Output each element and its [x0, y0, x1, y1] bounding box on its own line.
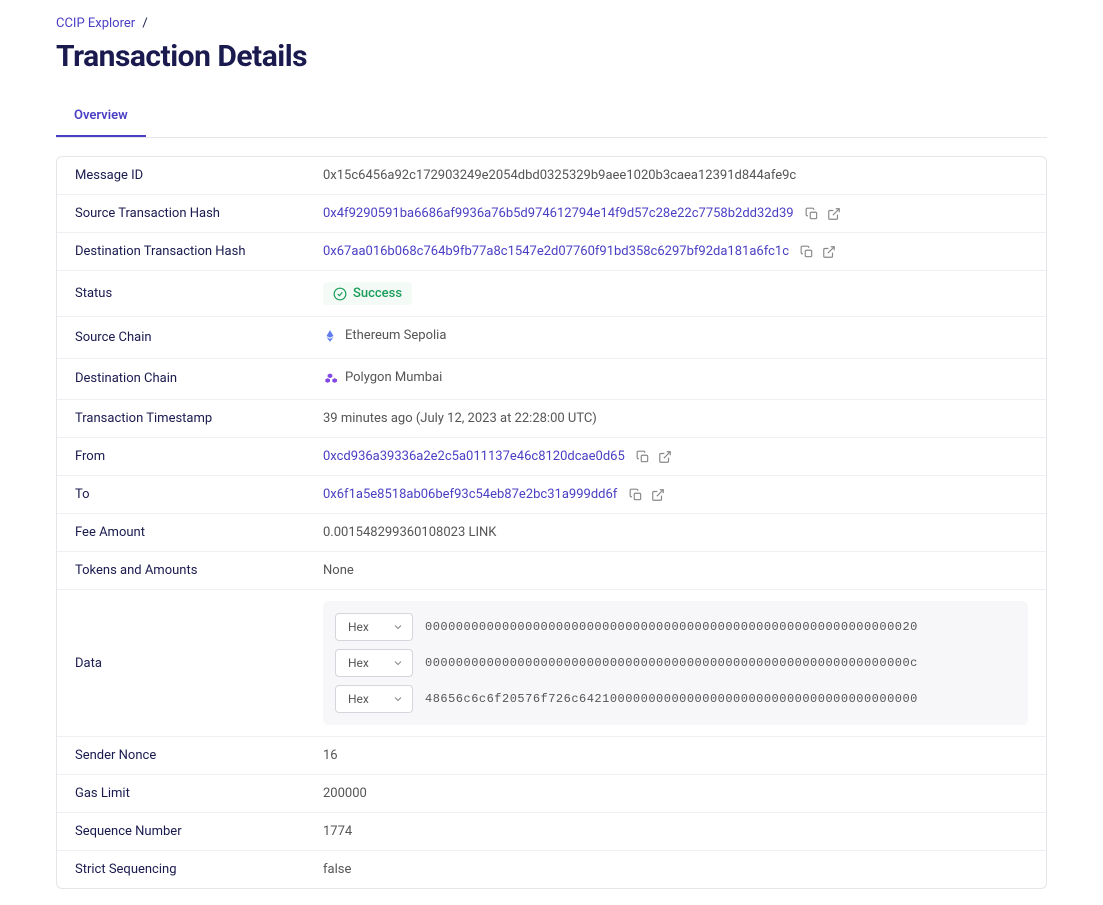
- label-dest-tx-hash: Destination Transaction Hash: [75, 244, 323, 259]
- row-dest-tx-hash: Destination Transaction Hash 0x67aa016b0…: [57, 233, 1046, 271]
- value-gas-limit: 200000: [323, 786, 1028, 801]
- page-title: Transaction Details: [56, 39, 1047, 74]
- breadcrumb: CCIP Explorer /: [56, 16, 1047, 31]
- polygon-icon: [323, 370, 337, 384]
- value-dest-chain: Polygon Mumbai: [323, 370, 1028, 389]
- value-fee-amount: 0.001548299360108023 LINK: [323, 525, 1028, 540]
- tab-overview[interactable]: Overview: [56, 98, 146, 137]
- status-text: Success: [353, 286, 402, 301]
- data-box: Hex 000000000000000000000000000000000000…: [323, 601, 1028, 725]
- label-to: To: [75, 487, 323, 502]
- label-source-tx-hash: Source Transaction Hash: [75, 206, 323, 221]
- row-timestamp: Transaction Timestamp 39 minutes ago (Ju…: [57, 400, 1046, 438]
- hex-format-select[interactable]: Hex: [335, 649, 413, 677]
- label-fee-amount: Fee Amount: [75, 525, 323, 540]
- source-chain-text: Ethereum Sepolia: [345, 328, 446, 343]
- label-data: Data: [75, 656, 323, 671]
- label-sender-nonce: Sender Nonce: [75, 748, 323, 763]
- chevron-down-icon: [392, 621, 404, 633]
- copy-icon[interactable]: [805, 207, 819, 221]
- data-line-2: Hex 48656c6c6f20576f726c6421000000000000…: [335, 685, 1016, 713]
- external-link-icon[interactable]: [827, 207, 841, 221]
- hex-value-1: 0000000000000000000000000000000000000000…: [425, 656, 918, 670]
- value-sender-nonce: 16: [323, 748, 1028, 763]
- link-from[interactable]: 0xcd936a39336a2e2c5a011137e46c8120dcae0d…: [323, 449, 625, 464]
- status-badge: Success: [323, 282, 412, 305]
- row-dest-chain: Destination Chain Polygon Mumbai: [57, 359, 1046, 401]
- row-to: To 0x6f1a5e8518ab06bef93c54eb87e2bc31a99…: [57, 476, 1046, 514]
- label-status: Status: [75, 286, 323, 301]
- hex-format-select[interactable]: Hex: [335, 613, 413, 641]
- row-sender-nonce: Sender Nonce 16: [57, 737, 1046, 775]
- row-source-tx-hash: Source Transaction Hash 0x4f9290591ba668…: [57, 195, 1046, 233]
- dest-chain-text: Polygon Mumbai: [345, 370, 442, 385]
- breadcrumb-separator: /: [142, 16, 147, 31]
- label-timestamp: Transaction Timestamp: [75, 411, 323, 426]
- value-timestamp: 39 minutes ago (July 12, 2023 at 22:28:0…: [323, 411, 1028, 426]
- value-status: Success: [323, 282, 1028, 305]
- row-tokens-amounts: Tokens and Amounts None: [57, 552, 1046, 590]
- row-data: Data Hex 0000000000000000000000000000000…: [57, 590, 1046, 737]
- value-from: 0xcd936a39336a2e2c5a011137e46c8120dcae0d…: [323, 449, 1028, 464]
- link-dest-tx-hash[interactable]: 0x67aa016b068c764b9fb77a8c1547e2d07760f9…: [323, 244, 789, 259]
- label-source-chain: Source Chain: [75, 330, 323, 345]
- row-sequence-number: Sequence Number 1774: [57, 813, 1046, 851]
- label-sequence-number: Sequence Number: [75, 824, 323, 839]
- link-to[interactable]: 0x6f1a5e8518ab06bef93c54eb87e2bc31a999dd…: [323, 487, 617, 502]
- value-data: Hex 000000000000000000000000000000000000…: [323, 601, 1028, 725]
- value-dest-tx-hash: 0x67aa016b068c764b9fb77a8c1547e2d07760f9…: [323, 244, 1028, 259]
- row-from: From 0xcd936a39336a2e2c5a011137e46c8120d…: [57, 438, 1046, 476]
- value-source-chain: Ethereum Sepolia: [323, 328, 1028, 347]
- row-fee-amount: Fee Amount 0.001548299360108023 LINK: [57, 514, 1046, 552]
- label-gas-limit: Gas Limit: [75, 786, 323, 801]
- row-strict-sequencing: Strict Sequencing false: [57, 851, 1046, 888]
- tabs: Overview: [56, 98, 1047, 138]
- external-link-icon[interactable]: [651, 488, 665, 502]
- data-line-0: Hex 000000000000000000000000000000000000…: [335, 613, 1016, 641]
- label-tokens-amounts: Tokens and Amounts: [75, 563, 323, 578]
- label-dest-chain: Destination Chain: [75, 371, 323, 386]
- value-sequence-number: 1774: [323, 824, 1028, 839]
- check-circle-icon: [333, 287, 347, 301]
- row-message-id: Message ID 0x15c6456a92c172903249e2054db…: [57, 157, 1046, 195]
- details-panel: Message ID 0x15c6456a92c172903249e2054db…: [56, 156, 1047, 889]
- row-source-chain: Source Chain Ethereum Sepolia: [57, 317, 1046, 359]
- label-from: From: [75, 449, 323, 464]
- external-link-icon[interactable]: [822, 245, 836, 259]
- copy-icon[interactable]: [636, 450, 650, 464]
- data-line-1: Hex 000000000000000000000000000000000000…: [335, 649, 1016, 677]
- row-status: Status Success: [57, 271, 1046, 317]
- hex-format-select[interactable]: Hex: [335, 685, 413, 713]
- hex-value-2: 48656c6c6f20576f726c64210000000000000000…: [425, 692, 918, 706]
- copy-icon[interactable]: [629, 488, 643, 502]
- chevron-down-icon: [392, 657, 404, 669]
- value-to: 0x6f1a5e8518ab06bef93c54eb87e2bc31a999dd…: [323, 487, 1028, 502]
- copy-icon[interactable]: [800, 245, 814, 259]
- label-message-id: Message ID: [75, 168, 323, 183]
- chevron-down-icon: [392, 693, 404, 705]
- hex-value-0: 0000000000000000000000000000000000000000…: [425, 620, 918, 634]
- ethereum-icon: [323, 329, 337, 343]
- value-tokens-amounts: None: [323, 563, 1028, 578]
- link-source-tx-hash[interactable]: 0x4f9290591ba6686af9936a76b5d974612794e1…: [323, 206, 794, 221]
- row-gas-limit: Gas Limit 200000: [57, 775, 1046, 813]
- breadcrumb-root-link[interactable]: CCIP Explorer: [56, 16, 135, 31]
- external-link-icon[interactable]: [658, 450, 672, 464]
- value-message-id: 0x15c6456a92c172903249e2054dbd0325329b9a…: [323, 168, 1028, 183]
- value-source-tx-hash: 0x4f9290591ba6686af9936a76b5d974612794e1…: [323, 206, 1028, 221]
